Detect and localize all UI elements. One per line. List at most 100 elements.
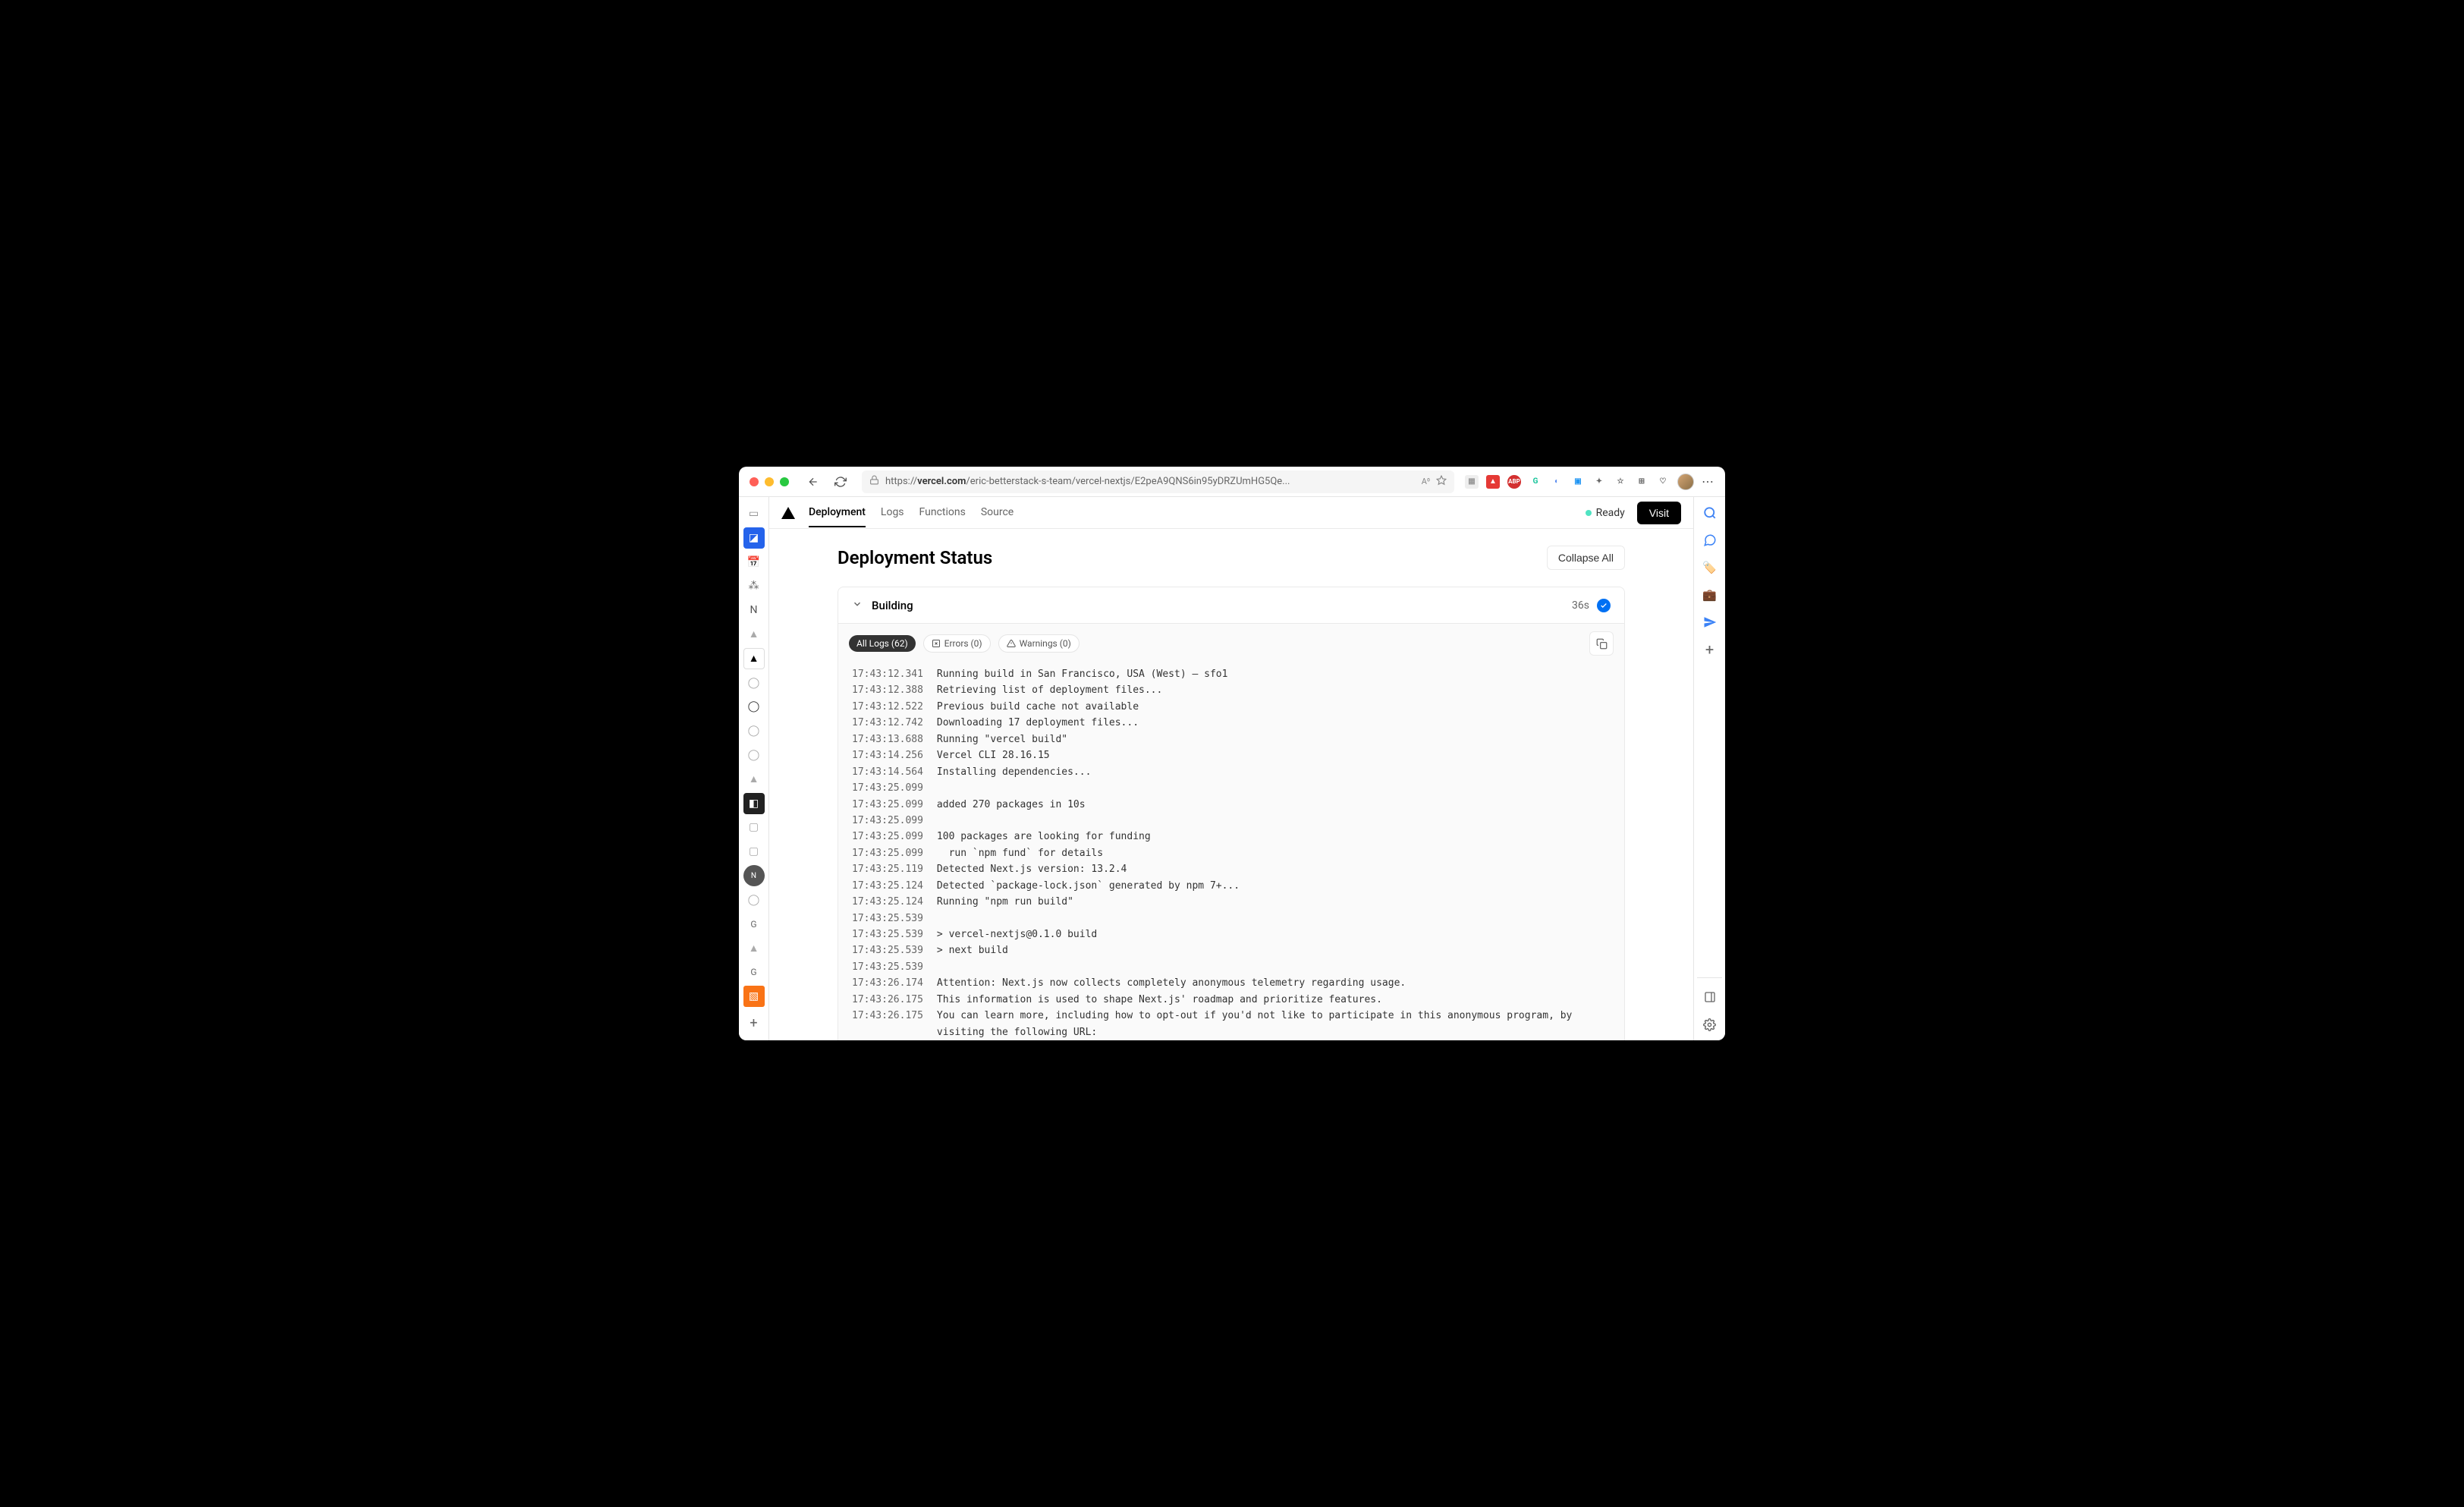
status-badge: Ready <box>1586 507 1625 519</box>
rail-icon-gray1[interactable]: ▲ <box>743 624 765 645</box>
log-message: Previous build cache not available <box>937 699 1139 715</box>
address-bar[interactable]: https://vercel.com/eric-betterstack-s-te… <box>862 470 1454 493</box>
add-button[interactable]: + <box>1702 641 1718 658</box>
rail-add-button[interactable]: + <box>743 1013 765 1034</box>
filter-warnings[interactable]: Warnings (0) <box>998 634 1080 653</box>
filter-errors[interactable]: Errors (0) <box>923 634 991 653</box>
log-timestamp: 17:43:26.174 <box>852 975 923 991</box>
log-row: 17:43:25.539 <box>852 959 1611 975</box>
log-message: Attention: Next.js now collects complete… <box>937 975 1406 991</box>
copy-logs-button[interactable] <box>1589 631 1614 656</box>
briefcase-icon[interactable]: 💼 <box>1702 587 1718 603</box>
rail-icon-tab[interactable]: ▭ <box>743 503 765 524</box>
log-message: You can learn more, including how to opt… <box>937 1008 1611 1040</box>
rail-icon-github1[interactable]: ◯ <box>743 672 765 694</box>
back-button[interactable] <box>803 471 824 492</box>
log-message: run `npm fund` for details <box>937 845 1103 861</box>
ext-favorites-icon[interactable]: ☆ <box>1614 475 1627 489</box>
log-row: 17:43:12.742Downloading 17 deployment fi… <box>852 715 1611 731</box>
ext-icon-5[interactable]: ◐ <box>1550 475 1564 489</box>
log-message: Installing dependencies... <box>937 764 1092 780</box>
rail-icon-vercel[interactable]: ▲ <box>743 648 765 669</box>
vercel-logo-icon[interactable] <box>781 507 795 519</box>
ext-icon-6[interactable]: ▣ <box>1571 475 1585 489</box>
log-message: Running "npm run build" <box>937 894 1073 910</box>
rail-icon-next[interactable]: N <box>743 865 765 886</box>
panel-title: Building <box>872 599 913 612</box>
panel-header[interactable]: Building 36s <box>838 587 1624 623</box>
rail-icon-app1[interactable]: ◪ <box>743 527 765 549</box>
more-menu-button[interactable]: ⋯ <box>1702 474 1714 489</box>
ext-icon-2[interactable]: ▲ <box>1486 475 1500 489</box>
ext-collections-icon[interactable]: ⊞ <box>1635 475 1648 489</box>
building-panel: Building 36s All Logs (62) Errors (0 <box>838 587 1625 1040</box>
maximize-window-button[interactable] <box>780 477 789 486</box>
chat-icon[interactable] <box>1702 532 1718 549</box>
log-message: Running "vercel build" <box>937 731 1067 747</box>
visit-button[interactable]: Visit <box>1637 502 1681 524</box>
read-aloud-icon[interactable]: A⁰ <box>1422 477 1430 486</box>
rail-icon-notion[interactable]: N <box>743 599 765 621</box>
log-message: Downloading 17 deployment files... <box>937 715 1139 731</box>
rail-icon-calendar[interactable]: 📅 <box>743 552 765 573</box>
log-row: 17:43:14.256Vercel CLI 28.16.15 <box>852 747 1611 763</box>
rail-icon-github2[interactable]: ◯ <box>743 697 765 718</box>
status-text: Ready <box>1596 507 1625 519</box>
refresh-button[interactable] <box>830 471 851 492</box>
rail-icon-slack[interactable]: ⁂ <box>743 575 765 596</box>
collapse-all-button[interactable]: Collapse All <box>1547 546 1625 570</box>
ext-adblock-icon[interactable]: ABP <box>1507 475 1521 489</box>
log-timestamp: 17:43:12.522 <box>852 699 923 715</box>
log-row: 17:43:25.099added 270 packages in 10s <box>852 797 1611 813</box>
log-row: 17:43:13.688 Running "vercel build" <box>852 731 1611 747</box>
log-row: 17:43:26.175You can learn more, includin… <box>852 1008 1611 1040</box>
favorite-icon[interactable] <box>1436 475 1447 489</box>
rail-icon-gray5[interactable]: ▲ <box>743 938 765 959</box>
rail-icon-gray3[interactable]: ▢ <box>743 817 765 838</box>
log-message: 100 packages are looking for funding <box>937 829 1151 845</box>
rail-icon-gray2[interactable]: ▲ <box>743 769 765 790</box>
rail-icon-dark[interactable]: ◧ <box>743 793 765 814</box>
tab-deployment[interactable]: Deployment <box>809 499 866 527</box>
browser-titlebar: https://vercel.com/eric-betterstack-s-te… <box>739 467 1725 497</box>
rail-icon-google1[interactable]: G <box>743 914 765 935</box>
rail-icon-google2[interactable]: G <box>743 961 765 983</box>
ext-grammarly-icon[interactable]: G <box>1529 475 1542 489</box>
build-duration: 36s <box>1572 599 1589 612</box>
log-row: 17:43:25.099 <box>852 780 1611 796</box>
rail-icon-gray4[interactable]: ▢ <box>743 841 765 862</box>
profile-avatar[interactable] <box>1677 473 1694 490</box>
log-timestamp: 17:43:25.539 <box>852 927 923 942</box>
log-row: 17:43:25.539 <box>852 911 1611 927</box>
log-output[interactable]: 17:43:12.341Running build in San Francis… <box>838 663 1624 1040</box>
ext-puzzle-icon[interactable]: ✦ <box>1592 475 1606 489</box>
close-window-button[interactable] <box>750 477 759 486</box>
log-timestamp: 17:43:14.256 <box>852 747 923 763</box>
log-timestamp: 17:43:13.688 <box>852 731 923 747</box>
search-icon[interactable] <box>1702 505 1718 521</box>
tab-logs[interactable]: Logs <box>881 499 904 527</box>
main-content: Deployment Logs Functions Source Ready V… <box>769 497 1693 1040</box>
log-timestamp: 17:43:25.099 <box>852 845 923 861</box>
log-timestamp: 17:43:26.175 <box>852 992 923 1008</box>
ext-heart-icon[interactable]: ♡ <box>1656 475 1670 489</box>
settings-icon[interactable] <box>1702 1016 1718 1033</box>
panel-icon[interactable] <box>1702 989 1718 1005</box>
tag-icon[interactable]: 🏷️ <box>1702 559 1718 576</box>
rail-icon-github5[interactable]: ◯ <box>743 889 765 911</box>
tab-source[interactable]: Source <box>981 499 1014 527</box>
status-dot-icon <box>1586 510 1592 516</box>
log-row: 17:43:25.124Detected `package-lock.json`… <box>852 878 1611 894</box>
log-message: > vercel-nextjs@0.1.0 build <box>937 927 1097 942</box>
ext-icon-1[interactable]: ▦ <box>1465 475 1479 489</box>
rail-icon-github4[interactable]: ◯ <box>743 744 765 766</box>
log-timestamp: 17:43:25.119 <box>852 861 923 877</box>
rail-icon-orange[interactable]: ▧ <box>743 986 765 1007</box>
send-icon[interactable] <box>1702 614 1718 631</box>
log-row: 17:43:12.522 Previous build cache not ava… <box>852 699 1611 715</box>
browser-window: https://vercel.com/eric-betterstack-s-te… <box>739 467 1725 1040</box>
rail-icon-github3[interactable]: ◯ <box>743 720 765 741</box>
tab-functions[interactable]: Functions <box>919 499 966 527</box>
filter-all-logs[interactable]: All Logs (62) <box>849 635 916 652</box>
minimize-window-button[interactable] <box>765 477 774 486</box>
